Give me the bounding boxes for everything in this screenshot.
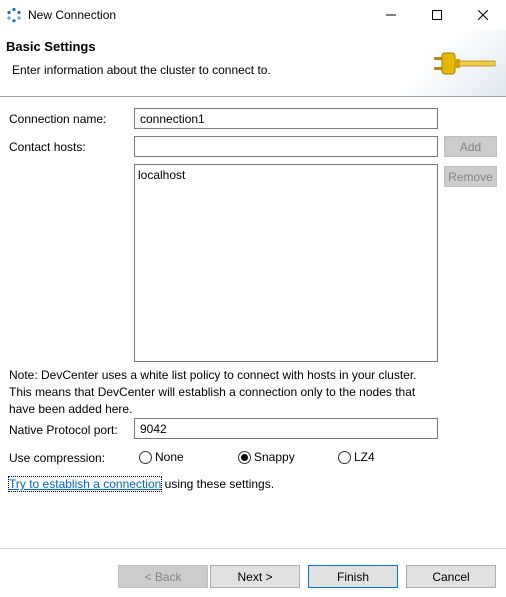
contact-hosts-label: Contact hosts:: [9, 140, 86, 154]
footer-divider: [0, 548, 506, 549]
try-connection-suffix: using these settings.: [161, 477, 275, 491]
cancel-button[interactable]: Cancel: [406, 565, 496, 588]
compression-label: Use compression:: [9, 451, 106, 465]
close-icon: [478, 10, 488, 20]
list-item[interactable]: localhost: [138, 168, 185, 182]
maximize-button[interactable]: [414, 0, 460, 30]
minimize-icon: [386, 14, 396, 16]
finish-button[interactable]: Finish: [308, 565, 398, 588]
contact-host-input[interactable]: [134, 136, 438, 157]
hosts-list[interactable]: localhost: [134, 164, 438, 362]
minimize-button[interactable]: [368, 0, 414, 30]
radio-label: LZ4: [354, 450, 375, 464]
maximize-icon: [432, 10, 442, 20]
radio-button-checked[interactable]: [238, 450, 251, 464]
compression-snappy-option[interactable]: Snappy: [238, 450, 295, 464]
page-title: Basic Settings: [6, 39, 96, 54]
radio-label: Snappy: [254, 450, 295, 464]
radio-button[interactable]: [338, 450, 351, 464]
remove-host-button[interactable]: Remove: [444, 166, 497, 187]
plug-icon: [432, 50, 496, 78]
back-button[interactable]: < Back: [118, 565, 208, 588]
radio-button[interactable]: [139, 450, 152, 464]
add-host-button[interactable]: Add: [444, 136, 497, 157]
connection-name-input[interactable]: [134, 108, 438, 129]
try-connection-link[interactable]: Try to establish a connection: [7, 476, 163, 492]
compression-lz4-option[interactable]: LZ4: [338, 450, 375, 464]
radio-label: None: [155, 450, 184, 464]
page-description: Enter information about the cluster to c…: [12, 63, 271, 77]
window-title: New Connection: [28, 8, 117, 22]
native-port-label: Native Protocol port:: [9, 423, 118, 437]
next-button[interactable]: Next >: [210, 565, 300, 588]
banner-divider: [0, 96, 506, 97]
close-button[interactable]: [460, 0, 506, 30]
try-connection-row: Try to establish a connection using thes…: [7, 476, 275, 492]
app-icon: [6, 7, 22, 23]
whitelist-note: Note: DevCenter uses a white list policy…: [9, 368, 417, 416]
connection-name-label: Connection name:: [9, 112, 107, 126]
native-port-input[interactable]: [134, 418, 438, 439]
compression-none-option[interactable]: None: [139, 450, 184, 464]
